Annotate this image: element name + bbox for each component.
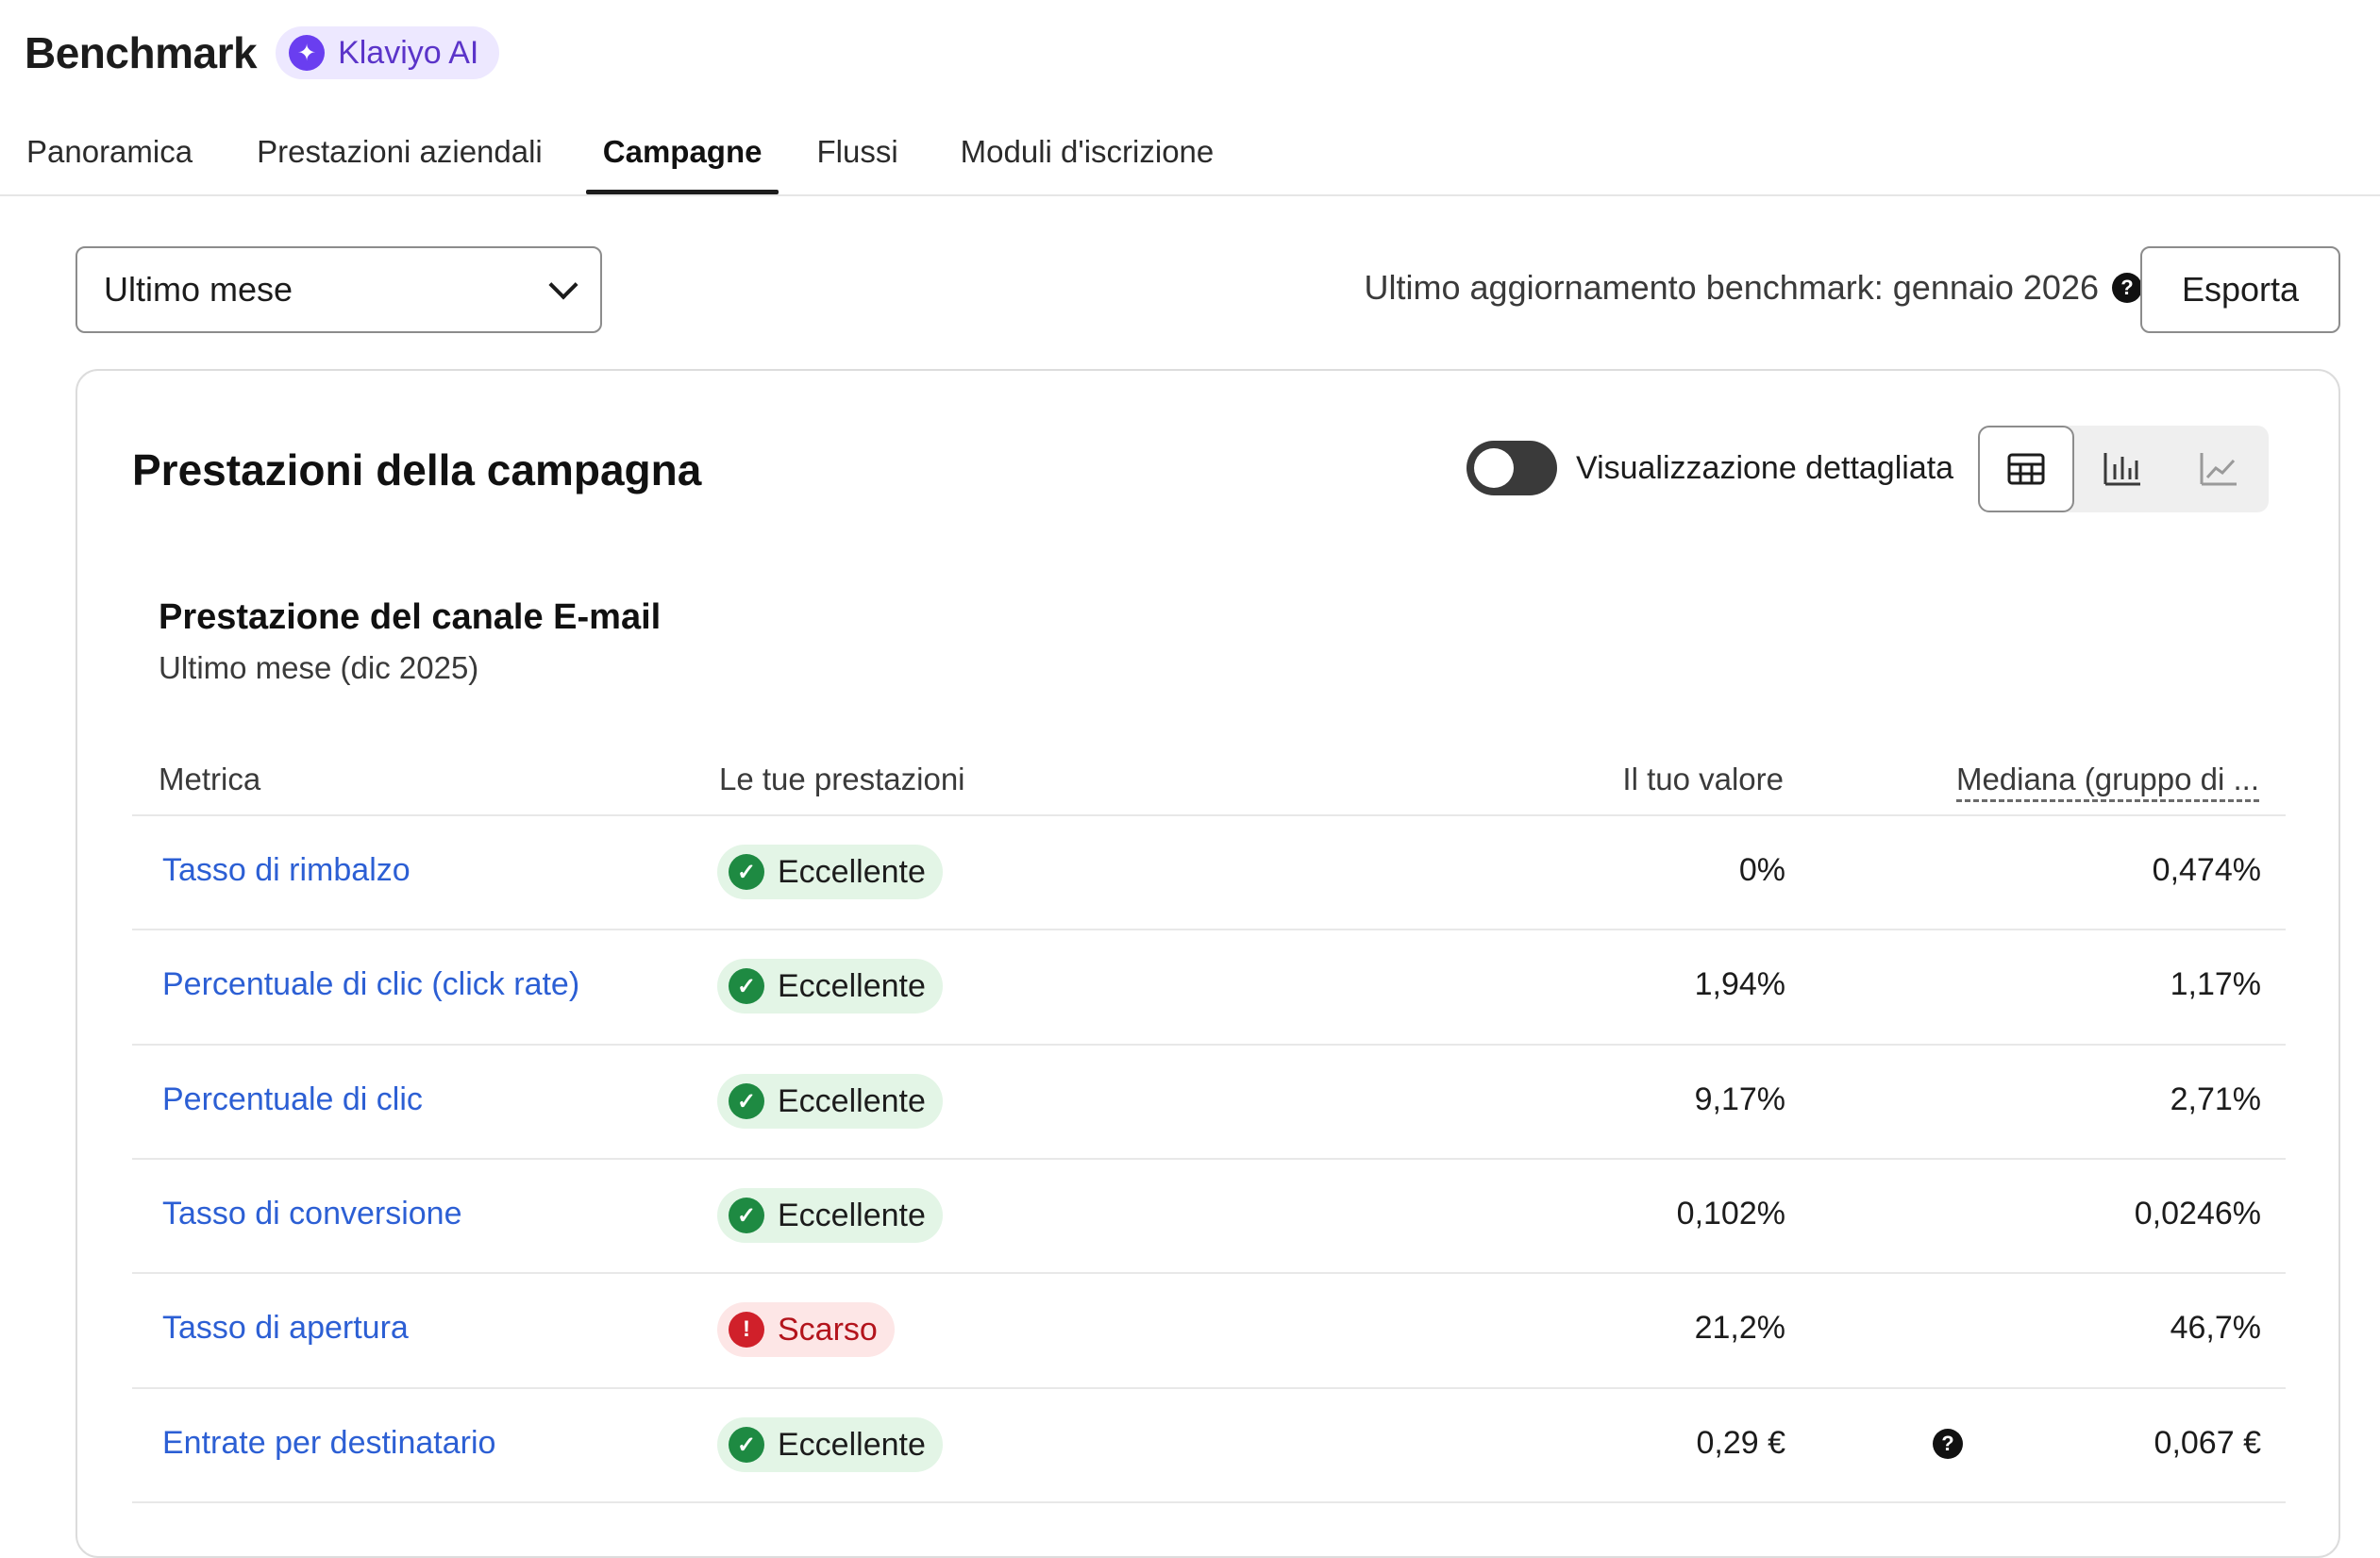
status-badge: ✓ Eccellente — [717, 1417, 943, 1472]
check-circle-icon: ✓ — [729, 854, 764, 890]
check-circle-icon: ✓ — [729, 968, 764, 1004]
table-row: Percentuale di clic ✓ Eccellente 9,17% 2… — [132, 1044, 2286, 1160]
tabs-divider — [0, 194, 2380, 196]
detailed-view-toggle-group: Visualizzazione dettagliata — [1467, 441, 1953, 495]
column-header-metric: Metrica — [159, 762, 261, 796]
metric-link[interactable]: Tasso di rimbalzo — [162, 852, 411, 889]
table-row: Percentuale di clic (click rate) ✓ Eccel… — [132, 929, 2286, 1045]
check-circle-icon: ✓ — [729, 1083, 764, 1119]
page-header: Benchmark ✦ Klaviyo AI — [25, 26, 500, 79]
status-label: Scarso — [778, 1311, 878, 1348]
metric-link[interactable]: Entrate per destinatario — [162, 1425, 495, 1462]
ai-badge-label: Klaviyo AI — [338, 34, 479, 71]
alert-circle-icon: ! — [729, 1312, 764, 1348]
median-value: 2,71% — [2170, 1081, 2261, 1117]
metric-link[interactable]: Percentuale di clic — [162, 1081, 423, 1118]
median-value: 0,0246% — [2134, 1196, 2261, 1231]
toggle-knob — [1474, 448, 1514, 488]
status-badge: ! Scarso — [717, 1302, 895, 1357]
channel-period: Ultimo mese (dic 2025) — [159, 650, 479, 685]
line-chart-view-button[interactable] — [2170, 426, 2267, 512]
tab-panoramica[interactable]: Panoramica — [26, 121, 193, 194]
table-row: Tasso di apertura ! Scarso 21,2% 46,7% — [132, 1272, 2286, 1388]
table-view-button[interactable] — [1978, 426, 2074, 512]
export-button[interactable]: Esporta — [2140, 246, 2340, 333]
status-badge: ✓ Eccellente — [717, 1188, 943, 1243]
toggle-label: Visualizzazione dettagliata — [1576, 449, 1954, 486]
column-header-value: Il tuo valore — [1622, 762, 1784, 796]
table-row: Tasso di rimbalzo ✓ Eccellente 0% 0,474% — [132, 814, 2286, 930]
period-select-value: Ultimo mese — [104, 270, 293, 309]
help-icon[interactable]: ? — [2112, 273, 2142, 303]
check-circle-icon: ✓ — [729, 1427, 764, 1463]
tab-moduli-iscrizione[interactable]: Moduli d'iscrizione — [961, 121, 1215, 194]
median-value: 0,067 € — [2154, 1425, 2261, 1461]
page-title: Benchmark — [25, 28, 258, 77]
detailed-view-toggle[interactable] — [1467, 441, 1557, 495]
status-label: Eccellente — [778, 1426, 926, 1463]
your-value: 9,17% — [1694, 1081, 1785, 1117]
median-value: 0,474% — [2152, 852, 2261, 888]
campaign-performance-card: Prestazioni della campagna Visualizzazio… — [75, 369, 2340, 1558]
column-header-median[interactable]: Mediana (gruppo di ... — [1955, 762, 2259, 802]
help-icon[interactable]: ? — [1933, 1429, 1963, 1459]
table-bottom-divider — [132, 1501, 2286, 1503]
status-label: Eccellente — [778, 1082, 926, 1119]
your-value: 0,102% — [1676, 1196, 1785, 1231]
column-header-performance: Le tue prestazioni — [719, 762, 965, 796]
status-label: Eccellente — [778, 853, 926, 890]
card-title: Prestazioni della campagna — [132, 445, 702, 494]
table-icon — [2007, 453, 2045, 485]
check-circle-icon: ✓ — [729, 1198, 764, 1233]
metric-link[interactable]: Tasso di apertura — [162, 1310, 409, 1347]
status-label: Eccellente — [778, 1197, 926, 1233]
median-value: 46,7% — [2170, 1310, 2261, 1346]
chevron-down-icon — [548, 270, 578, 300]
tab-flussi[interactable]: Flussi — [816, 121, 897, 194]
tab-campagne[interactable]: Campagne — [585, 121, 779, 194]
sparkle-icon: ✦ — [289, 35, 326, 71]
period-select[interactable]: Ultimo mese — [75, 246, 602, 333]
metric-link[interactable]: Tasso di conversione — [162, 1196, 462, 1232]
median-value: 1,17% — [2170, 966, 2261, 1002]
your-value: 1,94% — [1694, 966, 1785, 1002]
view-switcher — [1978, 426, 2269, 512]
last-update-text: Ultimo aggiornamento benchmark: gennaio … — [1364, 268, 2099, 307]
channel-title: Prestazione del canale E-mail — [159, 597, 662, 637]
status-badge: ✓ Eccellente — [717, 1074, 943, 1129]
your-value: 0% — [1738, 852, 1785, 888]
your-value: 21,2% — [1694, 1310, 1785, 1346]
status-badge: ✓ Eccellente — [717, 959, 943, 1014]
table-row: Entrate per destinatario ✓ Eccellente 0,… — [132, 1387, 2286, 1503]
your-value: 0,29 € — [1696, 1425, 1785, 1461]
bar-chart-view-button[interactable] — [2074, 426, 2170, 512]
tab-bar: Panoramica Prestazioni aziendali Campagn… — [26, 121, 1214, 194]
bar-chart-icon — [2103, 453, 2140, 486]
status-badge: ✓ Eccellente — [717, 845, 943, 899]
tab-prestazioni-aziendali[interactable]: Prestazioni aziendali — [257, 121, 543, 194]
metric-link[interactable]: Percentuale di clic (click rate) — [162, 966, 579, 1003]
line-chart-icon — [2200, 453, 2237, 486]
table-row: Tasso di conversione ✓ Eccellente 0,102%… — [132, 1158, 2286, 1274]
last-update-info: Ultimo aggiornamento benchmark: gennaio … — [1365, 268, 2142, 308]
status-label: Eccellente — [778, 967, 926, 1004]
klaviyo-ai-button[interactable]: ✦ Klaviyo AI — [276, 26, 500, 79]
